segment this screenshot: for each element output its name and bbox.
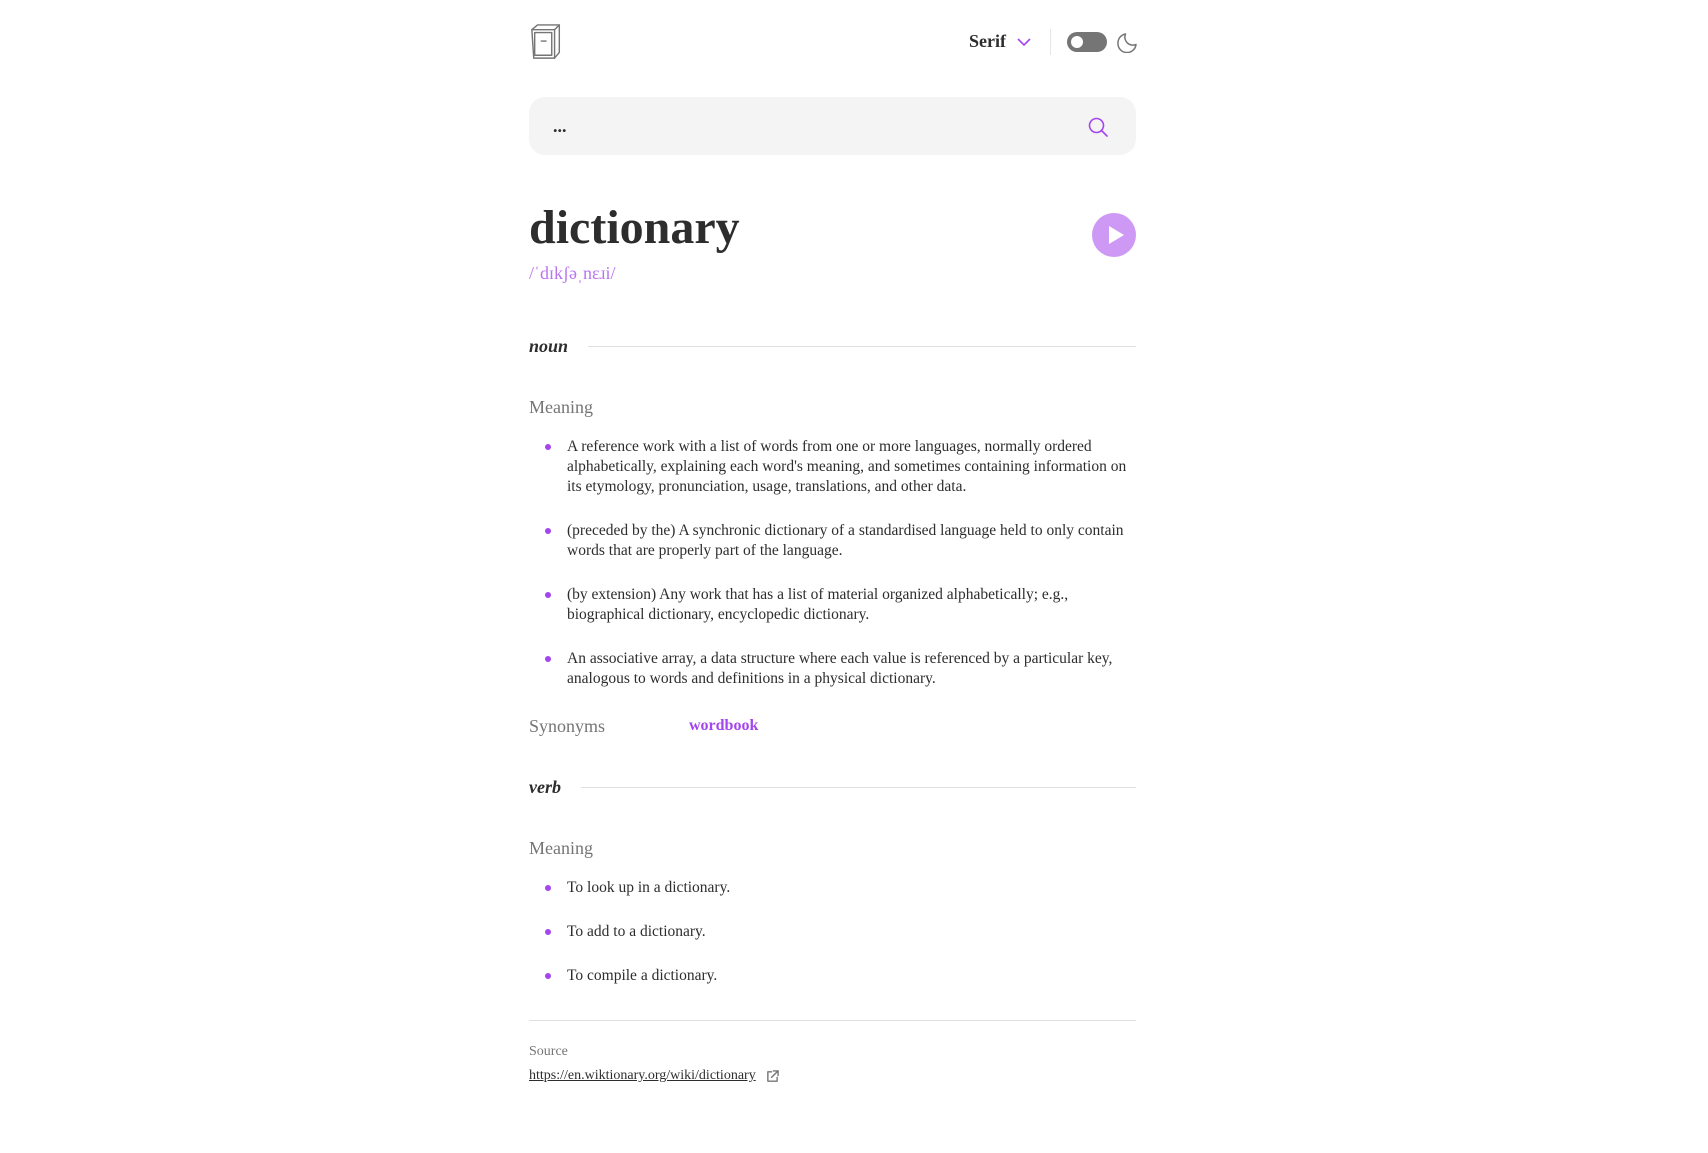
part-of-speech-row: noun (529, 331, 1136, 361)
definition-text: An associative array, a data structure w… (567, 650, 1113, 687)
meaning-verb: verb Meaning To look up in a dictionary.… (529, 772, 1136, 986)
app-header: Serif (529, 0, 1138, 97)
definition-text: (by extension) Any work that has a list … (567, 586, 1069, 623)
play-icon[interactable] (1092, 213, 1136, 257)
meaning-noun: noun Meaning A reference work with a lis… (529, 331, 1136, 739)
theme-toggle[interactable] (1067, 32, 1107, 52)
divider-line (588, 345, 1136, 347)
divider-line (529, 1020, 1136, 1021)
bullet-icon (545, 656, 551, 662)
word-title: dictionary (529, 201, 740, 254)
definition-item: To add to a dictionary. (545, 922, 1136, 942)
source-footer: Source https://en.wiktionary.org/wiki/di… (529, 1020, 1136, 1084)
phonetic-text: /ˈdɪkʃəˌnɛɹi/ (529, 263, 616, 283)
definition-text: (preceded by the) A synchronic dictionar… (567, 522, 1124, 559)
definition-text: To compile a dictionary. (567, 967, 718, 984)
header-divider (1050, 29, 1051, 55)
bullet-icon (545, 885, 551, 891)
search-input[interactable] (553, 97, 1053, 155)
font-selector-label: Serif (969, 31, 1006, 51)
definition-item: To look up in a dictionary. (545, 878, 1136, 898)
chevron-down-icon (1017, 37, 1031, 46)
moon-icon[interactable] (1116, 31, 1138, 53)
definition-text: To look up in a dictionary. (567, 879, 731, 896)
synonyms-row: Synonyms wordbook (529, 713, 1136, 739)
bullet-icon (545, 973, 551, 979)
bullet-icon (545, 929, 551, 935)
search-bar (529, 97, 1136, 155)
book-icon[interactable] (529, 24, 565, 60)
part-of-speech-row: verb (529, 772, 1136, 802)
bullet-icon (545, 528, 551, 534)
definition-list: A reference work with a list of words fr… (529, 437, 1136, 689)
source-link[interactable]: https://en.wiktionary.org/wiki/dictionar… (529, 1068, 756, 1084)
bullet-icon (545, 444, 551, 450)
definition-text: To add to a dictionary. (567, 923, 706, 940)
definition-item: A reference work with a list of words fr… (545, 437, 1136, 497)
definition-text: A reference work with a list of words fr… (567, 438, 1127, 495)
bullet-icon (545, 592, 551, 598)
search-icon[interactable] (1088, 117, 1108, 137)
source-label: Source (529, 1044, 568, 1059)
part-of-speech: verb (529, 776, 561, 797)
external-link-icon[interactable] (766, 1069, 779, 1083)
meaning-label: Meaning (529, 397, 593, 417)
font-selector[interactable]: Serif (969, 31, 1031, 52)
meaning-label: Meaning (529, 838, 593, 858)
dictionary-app: Serif dictionary /ˈdɪkʃəˌnɛɹi/ noun (529, 0, 1138, 1084)
source-link-row: https://en.wiktionary.org/wiki/dictionar… (529, 1068, 1136, 1084)
word-header: dictionary /ˈdɪkʃəˌnɛɹi/ (529, 201, 1136, 331)
toggle-knob (1071, 36, 1083, 48)
divider-line (580, 786, 1136, 788)
definition-item: An associative array, a data structure w… (545, 649, 1136, 689)
definition-list: To look up in a dictionary. To add to a … (529, 878, 1136, 986)
synonym-link[interactable]: wordbook (689, 717, 758, 735)
definition-item: (preceded by the) A synchronic dictionar… (545, 521, 1136, 561)
definition-item: (by extension) Any work that has a list … (545, 585, 1136, 625)
synonyms-label: Synonyms (529, 715, 606, 736)
definition-item: To compile a dictionary. (545, 966, 1136, 986)
part-of-speech: noun (529, 335, 569, 356)
